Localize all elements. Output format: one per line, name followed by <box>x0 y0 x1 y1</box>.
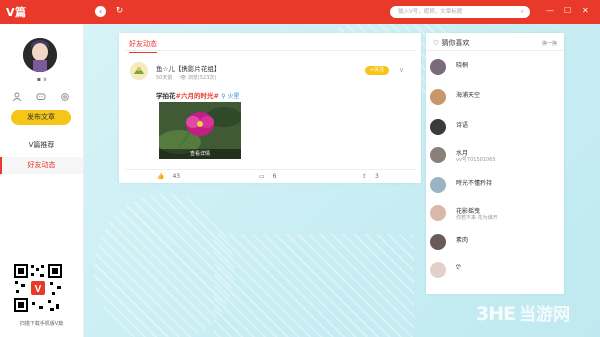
post-title[interactable]: 学拍花#六月的时光# ⚲ 火星 <box>156 90 239 100</box>
guess-item-name[interactable]: 诗语 <box>456 120 468 129</box>
post-title-text: 学拍花 <box>156 92 176 100</box>
thumbs-up-icon: 👍 <box>157 173 165 180</box>
background-pattern <box>214 234 414 337</box>
avatar[interactable] <box>430 177 446 193</box>
guess-item-subtitle: 你若不来 花为谁开 <box>456 215 498 221</box>
search-icon[interactable]: ⌕ <box>521 6 524 18</box>
avatar-image <box>23 38 57 72</box>
share-icon: ⇪ <box>362 173 368 180</box>
left-sidebar: ▪ ∨ 发布文章 V篇推荐 好友动态 V 扫描下载手机版V篇 <box>0 24 84 337</box>
guess-item[interactable]: 時光不懂矜持 <box>430 175 560 199</box>
search-input[interactable]: 输入V号，昵称，文章标题 ⌕ <box>390 6 530 18</box>
heart-icon: ♡ <box>433 39 440 47</box>
post-location: ⚲ 火星 <box>221 93 240 100</box>
user-icon[interactable] <box>12 92 22 102</box>
guess-item[interactable]: ღ <box>430 260 560 284</box>
guess-item-name[interactable]: 海浦天空 <box>456 90 480 99</box>
avatar[interactable] <box>430 119 446 135</box>
menu-item-recommend[interactable]: V篇推荐 <box>0 137 83 153</box>
like-count: 43 <box>172 173 181 180</box>
app-logo: V篇 <box>6 6 27 19</box>
message-icon[interactable] <box>36 92 46 102</box>
guess-item-name[interactable]: ღ <box>456 263 461 270</box>
guess-item[interactable]: 海浦天空 <box>430 87 560 111</box>
avatar[interactable] <box>430 89 446 105</box>
guess-item[interactable]: 花影摇曳 你若不来 花为谁开 <box>430 203 560 227</box>
username-dropdown[interactable]: ▪ ∨ <box>30 76 54 83</box>
post-author-avatar[interactable] <box>130 62 148 80</box>
close-button[interactable]: ✕ <box>582 6 589 16</box>
watermark-logo: 3HE <box>476 303 516 325</box>
comment-count: 6 <box>272 173 277 180</box>
guess-item[interactable]: 素肉 <box>430 232 560 256</box>
watermark-text: 当游网 <box>519 305 571 325</box>
gear-icon[interactable] <box>60 92 70 102</box>
like-button[interactable]: 👍 43 <box>157 173 180 180</box>
refresh-suggestions-link[interactable]: 换一换 <box>542 40 557 47</box>
qr-code: V <box>12 262 64 314</box>
qr-caption: 扫描下载手机版V篇 <box>19 321 64 327</box>
feed-card: 好友动态 鱼☆儿【携影片花组】 50天前 👁 浏览(523次) +关注 ∨ 学拍… <box>119 33 421 183</box>
post-author-name[interactable]: 鱼☆儿【携影片花组】 <box>156 63 220 73</box>
view-details-button[interactable]: 查看详情 <box>159 149 241 159</box>
menu-item-friends[interactable]: 好友动态 <box>0 157 83 174</box>
minimize-icon: — <box>546 6 554 15</box>
minimize-button[interactable]: — <box>546 6 554 16</box>
eye-icon: 👁 <box>179 75 187 81</box>
divider <box>426 50 564 51</box>
guess-item[interactable]: 晓桐 <box>430 57 560 81</box>
avatar[interactable] <box>430 205 446 221</box>
guess-item-name[interactable]: 晓桐 <box>456 60 468 69</box>
post-views: 浏览(523次) <box>187 75 217 81</box>
divider <box>125 50 415 51</box>
post-time: 50天前 <box>156 75 173 81</box>
close-icon: ✕ <box>582 6 589 15</box>
guess-item-subtitle: vv号701501065 <box>456 157 496 163</box>
publish-article-button[interactable]: 发布文章 <box>11 110 71 125</box>
refresh-button[interactable]: ↻ <box>114 6 125 17</box>
avatar[interactable] <box>430 234 446 250</box>
share-button[interactable]: ⇪ 3 <box>362 173 379 180</box>
back-button[interactable]: ‹ <box>95 6 106 17</box>
maximize-button[interactable]: ☐ <box>564 6 571 16</box>
post-topic[interactable]: #六月的时光# <box>176 92 219 100</box>
chevron-left-icon: ‹ <box>98 7 103 16</box>
comment-button[interactable]: ▭ 6 <box>259 173 277 180</box>
svg-text:V: V <box>35 284 42 295</box>
post-image[interactable]: 查看详情 <box>159 102 241 159</box>
title-bar: V篇 ‹ ↻ 输入V号，昵称，文章标题 ⌕ — ☐ ✕ <box>0 0 600 24</box>
chevron-down-icon[interactable]: ∨ <box>399 66 404 74</box>
user-avatar[interactable] <box>23 38 57 72</box>
post-meta: 50天前 👁 浏览(523次) <box>156 74 216 81</box>
share-count: 3 <box>375 173 379 180</box>
guess-item-name[interactable]: 素肉 <box>456 235 468 244</box>
avatar[interactable] <box>430 59 446 75</box>
divider <box>125 169 415 170</box>
follow-button[interactable]: +关注 <box>365 66 389 75</box>
guess-header: ♡ 猜你喜欢 <box>433 38 470 48</box>
guess-item[interactable]: 诗语 <box>430 117 560 141</box>
avatar[interactable] <box>430 262 446 278</box>
avatar[interactable] <box>430 147 446 163</box>
guess-you-like-panel: ♡ 猜你喜欢 换一换 晓桐 海浦天空 诗语 水月 vv号701501065 時光… <box>426 33 564 294</box>
maximize-icon: ☐ <box>564 6 572 15</box>
guess-item[interactable]: 水月 vv号701501065 <box>430 145 560 169</box>
watermark: 3HE 当游网 <box>476 299 592 329</box>
refresh-icon: ↻ <box>115 6 124 16</box>
guess-title: 猜你喜欢 <box>441 39 470 47</box>
search-placeholder: 输入V号，昵称，文章标题 <box>398 9 463 15</box>
guess-item-name[interactable]: 時光不懂矜持 <box>456 178 492 187</box>
comment-icon: ▭ <box>259 173 265 180</box>
background-pattern <box>94 194 234 337</box>
